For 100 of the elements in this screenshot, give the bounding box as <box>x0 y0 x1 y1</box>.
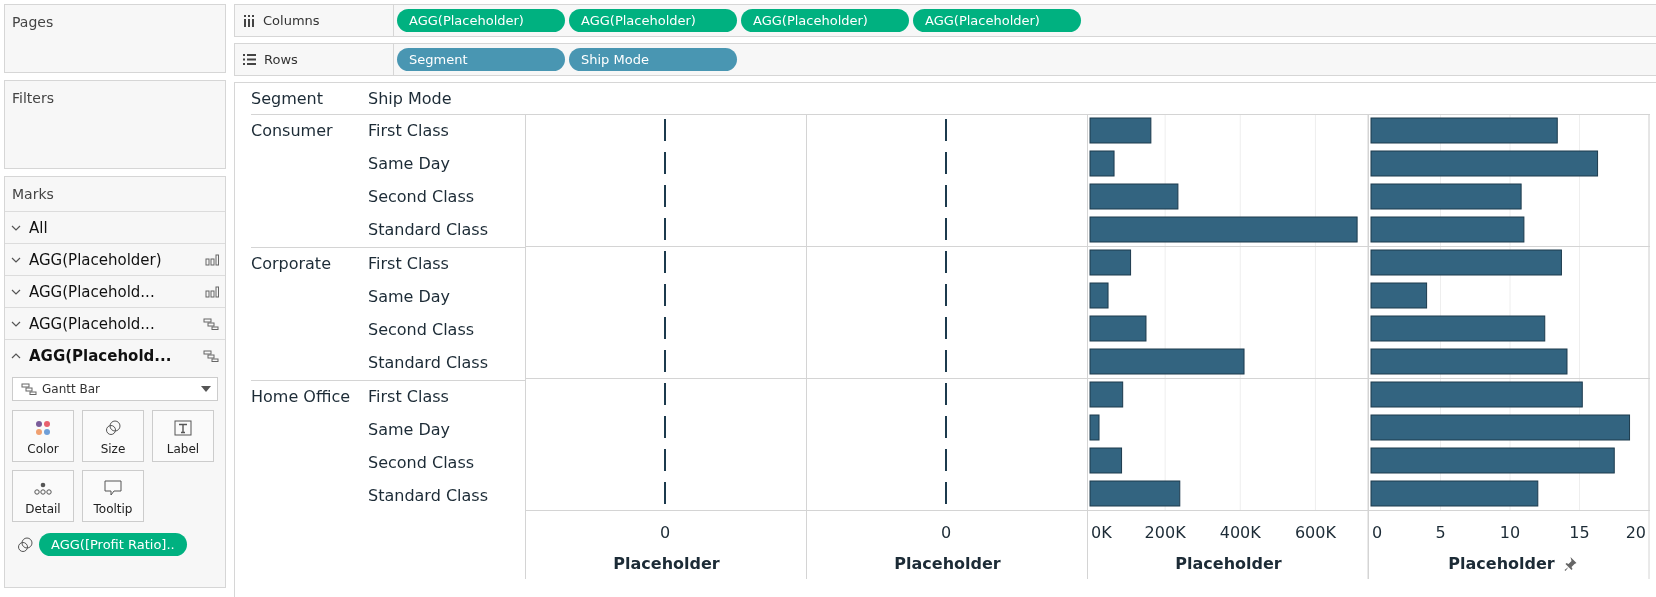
gantt-mark <box>945 449 947 471</box>
size-icon <box>105 420 121 436</box>
gantt-mark <box>945 383 947 405</box>
mark-property-button[interactable]: Size <box>82 410 144 462</box>
mark-property-button[interactable]: Detail <box>12 470 74 522</box>
gantt-icon <box>203 349 219 362</box>
gantt-mark <box>945 317 947 339</box>
row-header: First Class <box>368 386 450 408</box>
gantt-mark <box>945 218 947 240</box>
label-icon <box>174 420 192 436</box>
gantt-mark <box>664 218 666 240</box>
tick-label: 0 <box>940 523 952 542</box>
bar-chart-icon <box>205 285 219 298</box>
tick-label: 10 <box>1499 523 1521 542</box>
bar <box>1089 282 1109 309</box>
gantt-mark <box>664 152 666 174</box>
panel-title: Filters <box>11 89 55 108</box>
tick-label: 600K <box>1294 523 1336 542</box>
row-header: Corporate <box>251 253 332 275</box>
row-header: Same Day <box>368 153 452 175</box>
detail-icon <box>34 482 52 496</box>
gantt-icon <box>21 383 37 395</box>
marks-card-label: AGG(Placeholder) <box>29 250 163 269</box>
row-header: Standard Class <box>368 352 488 374</box>
tick-label: 400K <box>1219 523 1261 542</box>
bar <box>1089 249 1132 276</box>
bar <box>1370 282 1428 309</box>
mark-type-label: Gantt Bar <box>42 382 100 396</box>
columns-icon <box>243 14 255 27</box>
gantt-icon <box>203 317 219 330</box>
axis-title: Placeholder <box>1448 554 1555 573</box>
gantt-mark <box>664 119 666 141</box>
gantt-mark <box>664 383 666 405</box>
axis-title: Placeholder <box>613 554 720 573</box>
mark-type-dropdown[interactable]: Gantt Bar <box>12 377 218 401</box>
row-header: Same Day <box>368 286 452 308</box>
row-header: First Class <box>368 120 450 142</box>
tick-label: 200K <box>1144 523 1186 542</box>
column-header: Ship Mode <box>368 89 453 108</box>
column-header: Segment <box>251 89 324 108</box>
marks-card[interactable]: AGG(Placehold... <box>5 307 225 339</box>
panel-title: Marks <box>11 185 55 204</box>
row-header: Second Class <box>368 452 476 474</box>
gantt-mark <box>664 350 666 372</box>
mark-property-button[interactable]: Tooltip <box>82 470 144 522</box>
gantt-mark <box>945 152 947 174</box>
gantt-mark <box>664 416 666 438</box>
gantt-mark <box>945 482 947 504</box>
caret-icon <box>201 386 211 392</box>
row-header: Standard Class <box>368 219 488 241</box>
bar <box>1089 117 1152 144</box>
axis-title: Placeholder <box>1175 554 1282 573</box>
pin-icon <box>1564 557 1577 571</box>
tooltip-icon <box>104 480 122 496</box>
bar <box>1089 447 1123 474</box>
mark-property-button[interactable]: Color <box>12 410 74 462</box>
mark-property-button[interactable]: Label <box>152 410 214 462</box>
marks-card[interactable]: AGG(Placeholder) <box>5 243 225 275</box>
marks-card[interactable]: AGG(Placehold... <box>5 275 225 307</box>
gantt-mark <box>664 449 666 471</box>
marks-card-label: All <box>29 218 49 237</box>
row-header: Same Day <box>368 419 452 441</box>
row-header: Home Office <box>251 386 352 408</box>
gantt-mark <box>945 284 947 306</box>
gantt-mark <box>945 416 947 438</box>
tick-label: 0K <box>1091 523 1112 542</box>
tick-label: 0 <box>1372 523 1383 542</box>
marks-card[interactable]: All <box>5 211 225 243</box>
marks-card-label: AGG(Placehold... <box>29 314 156 333</box>
gantt-mark <box>664 317 666 339</box>
list-icon <box>243 54 256 65</box>
tick-label: 5 <box>1435 523 1446 542</box>
bar <box>1089 381 1124 408</box>
marks-card[interactable]: AGG(Placehold... <box>5 339 225 371</box>
tick-label: 15 <box>1569 523 1590 542</box>
shelf-label: Rows <box>264 52 298 67</box>
shelf-label: Columns <box>263 13 320 28</box>
gantt-mark <box>945 251 947 273</box>
gantt-mark <box>945 185 947 207</box>
panel-title: Pages <box>11 13 55 32</box>
gantt-mark <box>945 119 947 141</box>
gantt-mark <box>664 185 666 207</box>
row-header: Consumer <box>251 120 334 142</box>
gantt-mark <box>664 251 666 273</box>
size-icon <box>17 536 33 553</box>
axis-title: Placeholder <box>894 554 1001 573</box>
bar <box>1089 414 1100 441</box>
marks-card-label: AGG(Placehold... <box>29 346 173 365</box>
tick-label: 20 <box>1625 523 1646 542</box>
row-header: Standard Class <box>368 485 488 507</box>
marks-card-label: AGG(Placehold... <box>29 282 156 301</box>
row-header: Second Class <box>368 186 476 208</box>
row-header: Second Class <box>368 319 476 341</box>
gantt-mark <box>664 482 666 504</box>
color-icon <box>35 420 51 436</box>
bar <box>1089 315 1147 342</box>
row-header: First Class <box>368 253 450 275</box>
bar <box>1089 150 1115 177</box>
bar-chart-icon <box>205 253 219 266</box>
gantt-mark <box>664 284 666 306</box>
